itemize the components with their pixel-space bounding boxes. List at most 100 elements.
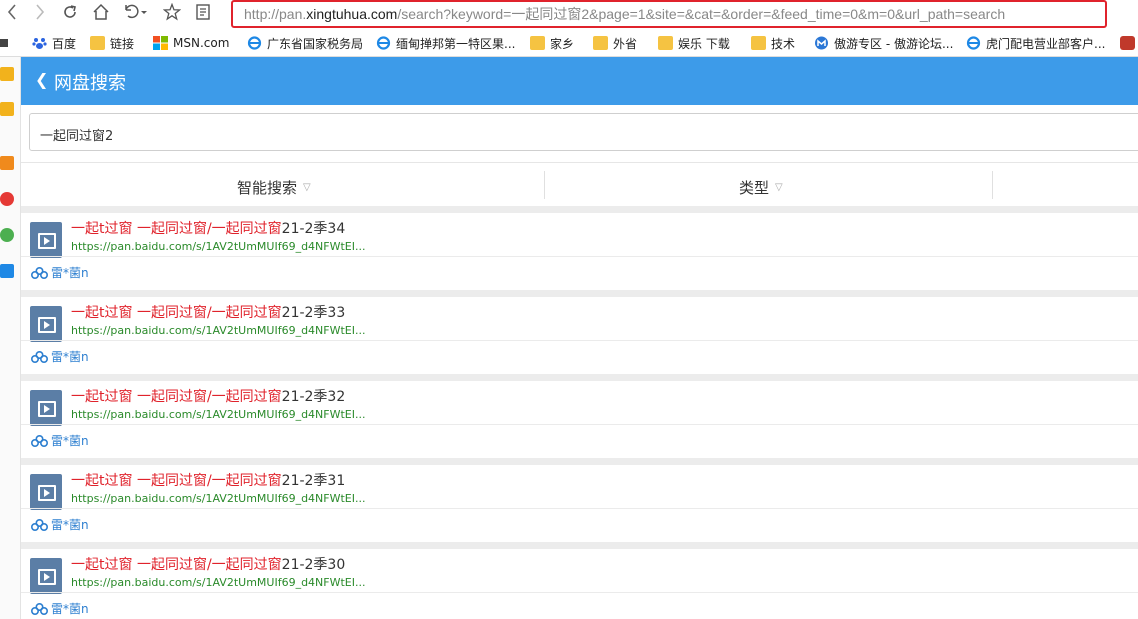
chat-icon[interactable] [0, 228, 14, 242]
result-user[interactable]: 雷*菌n [31, 264, 89, 281]
bookmark-other-province[interactable]: 外省 [593, 33, 637, 53]
result-user[interactable]: 雷*菌n [31, 600, 89, 617]
result-url[interactable]: https://pan.baidu.com/s/1AV2tUmMUIf69_d4… [71, 492, 365, 505]
result-user-name: 雷*菌n [51, 602, 89, 616]
result-divider [21, 256, 1138, 257]
result-item[interactable]: 一起t过窗 一起同过窗/一起同过窗21-2季34 https://pan.baid… [21, 213, 1138, 290]
baidu-cloud-icon [31, 518, 48, 531]
separator [21, 206, 1138, 213]
bookmark-label: 外省 [613, 36, 638, 51]
result-title-highlight: 一起t过窗 一起同过窗/一起同过窗 [71, 221, 282, 237]
home-icon[interactable] [89, 0, 113, 24]
bookmark-tech[interactable]: 技术 [751, 33, 795, 53]
bookmarks-bar: 百度 链接 MSN.com 广东省国家税务局 缅甸掸邦第一特区果... 家乡 外… [0, 30, 1138, 57]
ie-icon [247, 36, 262, 50]
result-title-rest: 21-2季34 [281, 221, 346, 237]
bookmark-msn[interactable]: MSN.com [153, 33, 229, 53]
separator [21, 458, 1138, 465]
undo-close-icon[interactable] [119, 0, 151, 24]
mail-icon[interactable] [0, 264, 14, 278]
bookmark-extra-icon[interactable] [1120, 33, 1138, 53]
baidu-cloud-icon [31, 602, 48, 615]
result-title[interactable]: 一起t过窗 一起同过窗/一起同过窗21-2季31 [71, 470, 345, 490]
result-user-name: 雷*菌n [51, 434, 89, 448]
bookmark-humen[interactable]: 虎门配电营业部客户... [966, 33, 1105, 53]
separator [21, 290, 1138, 297]
folder-icon [530, 36, 545, 50]
result-title-highlight: 一起t过窗 一起同过窗/一起同过窗 [71, 557, 282, 573]
baidu-cloud-icon [31, 266, 48, 279]
folder-icon [751, 36, 766, 50]
result-title[interactable]: 一起t过窗 一起同过窗/一起同过窗21-2季30 [71, 554, 345, 574]
folder-icon [658, 36, 673, 50]
result-item[interactable]: 一起t过窗 一起同过窗/一起同过窗21-2季32 https://pan.baid… [21, 381, 1138, 458]
back-chevron-icon[interactable]: ❮ [35, 70, 48, 89]
result-divider [21, 592, 1138, 593]
result-user[interactable]: 雷*菌n [31, 348, 89, 365]
search-input[interactable]: 一起同过窗2 [29, 113, 1138, 151]
result-title[interactable]: 一起t过窗 一起同过窗/一起同过窗21-2季33 [71, 302, 345, 322]
result-title-rest: 21-2季33 [281, 305, 346, 321]
result-item[interactable]: 一起t过窗 一起同过窗/一起同过窗21-2季30 https://pan.baid… [21, 549, 1138, 619]
result-divider [21, 424, 1138, 425]
result-url[interactable]: https://pan.baidu.com/s/1AV2tUmMUIf69_d4… [71, 324, 365, 337]
bookmark-label: 技术 [771, 36, 796, 51]
filter-bar: 智能搜索 ▽ 类型 ▽ [21, 162, 1138, 207]
result-title[interactable]: 一起t过窗 一起同过窗/一起同过窗21-2季32 [71, 386, 345, 406]
weibo-icon[interactable] [0, 192, 14, 206]
rss-icon[interactable] [0, 156, 14, 170]
separator [21, 374, 1138, 381]
page-header: ❮ 网盘搜索 [21, 57, 1138, 105]
separator [21, 542, 1138, 549]
result-item[interactable]: 一起t过窗 一起同过窗/一起同过窗21-2季33 https://pan.baid… [21, 297, 1138, 374]
result-title-highlight: 一起t过窗 一起同过窗/一起同过窗 [71, 305, 282, 321]
folder-icon [90, 36, 105, 50]
result-user[interactable]: 雷*菌n [31, 432, 89, 449]
bookmark-myanmar[interactable]: 缅甸掸邦第一特区果... [376, 33, 515, 53]
address-bar[interactable]: http://pan.xingtuhua.com/search?keyword=… [231, 0, 1107, 28]
forward-icon[interactable] [28, 0, 52, 24]
video-file-icon [30, 558, 62, 594]
bookmark-tax[interactable]: 广东省国家税务局 [247, 33, 363, 53]
paw-icon [32, 38, 47, 49]
video-file-icon [30, 474, 62, 510]
filter-type[interactable]: 类型 ▽ [739, 177, 783, 198]
ie-icon [966, 36, 981, 50]
star-icon[interactable] [160, 0, 184, 24]
bookmark-label: 链接 [110, 36, 135, 51]
filter-smart-search[interactable]: 智能搜索 ▽ [237, 177, 311, 198]
bookmark-label: 广东省国家税务局 [267, 36, 364, 51]
bookmark-hometown[interactable]: 家乡 [530, 33, 574, 53]
result-user-name: 雷*菌n [51, 350, 89, 364]
result-item[interactable]: 一起t过窗 一起同过窗/一起同过窗21-2季31 https://pan.baid… [21, 465, 1138, 542]
bookmark-label: 家乡 [550, 36, 575, 51]
result-divider [21, 508, 1138, 509]
bookmark-maxthon[interactable]: 傲游专区 - 傲游论坛... [814, 33, 953, 53]
notes-icon[interactable] [0, 102, 14, 116]
result-divider [21, 340, 1138, 341]
bookmark-baidu[interactable]: 百度 [32, 33, 76, 53]
result-url[interactable]: https://pan.baidu.com/s/1AV2tUmMUIf69_d4… [71, 240, 365, 253]
result-title-rest: 21-2季30 [281, 557, 346, 573]
filter-label: 类型 [739, 179, 770, 197]
result-title-highlight: 一起t过窗 一起同过窗/一起同过窗 [71, 389, 282, 405]
bookmark-label: 虎门配电营业部客户... [986, 36, 1106, 51]
back-icon[interactable] [0, 0, 24, 24]
bookmarks-menu-icon[interactable] [0, 33, 13, 53]
reader-icon[interactable] [191, 0, 215, 24]
result-user[interactable]: 雷*菌n [31, 516, 89, 533]
favorites-icon[interactable] [0, 67, 14, 81]
result-user-name: 雷*菌n [51, 518, 89, 532]
bookmark-label: 傲游专区 - 傲游论坛... [834, 36, 954, 51]
video-file-icon [30, 390, 62, 426]
result-url[interactable]: https://pan.baidu.com/s/1AV2tUmMUIf69_d4… [71, 408, 365, 421]
result-title[interactable]: 一起t过窗 一起同过窗/一起同过窗21-2季34 [71, 218, 345, 238]
result-url[interactable]: https://pan.baidu.com/s/1AV2tUmMUIf69_d4… [71, 576, 365, 589]
refresh-icon[interactable] [58, 0, 82, 24]
bookmark-links[interactable]: 链接 [90, 33, 134, 53]
bookmark-label: 娱乐 下载 [678, 36, 730, 51]
bookmark-label: 缅甸掸邦第一特区果... [396, 36, 516, 51]
browser-toolbar: http://pan.xingtuhua.com/search?keyword=… [0, 0, 1138, 30]
bookmark-entertainment[interactable]: 娱乐 下载 [658, 33, 730, 53]
ie-icon [376, 36, 391, 50]
